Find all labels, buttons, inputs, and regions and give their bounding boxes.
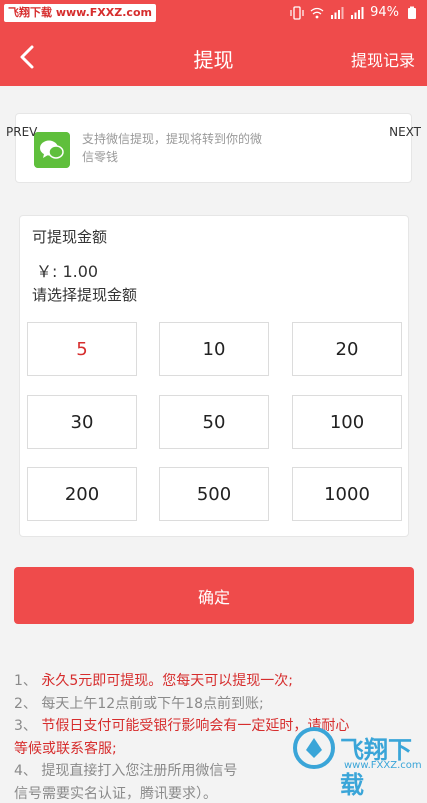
watermark-badge: 飞翔下载 www.FXXZ.com	[4, 4, 156, 22]
signal-icon	[331, 6, 344, 19]
available-amount-value: ￥: 1.00	[36, 262, 99, 281]
amount-option[interactable]: 200	[27, 467, 137, 521]
vibrate-icon	[290, 5, 304, 20]
amount-option[interactable]: 1000	[292, 467, 402, 521]
note-number: 3、	[14, 718, 37, 734]
amount-option[interactable]: 20	[292, 322, 402, 376]
watermark-logo: 飞翔下载 www.FXXZ.com	[292, 722, 422, 799]
amount-option[interactable]: 5	[27, 322, 137, 376]
amount-option[interactable]: 500	[159, 467, 269, 521]
wechat-method-text: 支持微信提现，提现将转到你的微信零钱	[82, 132, 263, 164]
available-amount-label: 可提现金额	[32, 228, 108, 246]
carousel-next-button[interactable]: NEXT	[389, 125, 421, 139]
choose-amount-label: 请选择提现金额	[32, 286, 138, 304]
battery-icon	[408, 6, 416, 19]
withdraw-card: 可提现金额 ￥: 1.00 请选择提现金额 5 10 20 30 50 100 …	[19, 215, 409, 537]
confirm-button[interactable]: 确定	[14, 567, 414, 624]
amount-option[interactable]: 100	[292, 395, 402, 449]
carousel-prev-button[interactable]: PREV	[6, 125, 37, 139]
battery-percent: 94%	[370, 5, 399, 20]
amount-options-grid: 5 10 20 30 50 100 200 500 1000	[27, 322, 403, 522]
signal-icon	[351, 6, 364, 19]
watermark-logo-url: www.FXXZ.com	[344, 760, 422, 771]
note-1: 永久5元即可提现。您每天可以提现一次;	[36, 673, 293, 689]
wechat-method-card[interactable]: 支持微信提现，提现将转到你的微信零钱	[15, 113, 412, 183]
amount-option[interactable]: 30	[27, 395, 137, 449]
withdraw-record-link[interactable]: 提现记录	[351, 47, 415, 71]
note-2: 2、 每天上午12点前或下午18点前到账;	[14, 695, 264, 712]
status-icons: 94%	[290, 5, 419, 20]
status-bar: 飞翔下载 www.FXXZ.com 94%	[0, 0, 427, 28]
fxxz-logo-icon	[293, 727, 335, 769]
amount-option[interactable]: 50	[159, 395, 269, 449]
note-number: 1、	[14, 673, 37, 689]
wifi-icon	[310, 7, 324, 18]
amount-option[interactable]: 10	[159, 322, 269, 376]
wechat-icon	[34, 132, 70, 168]
app-bar: 提现 提现记录	[0, 28, 427, 86]
